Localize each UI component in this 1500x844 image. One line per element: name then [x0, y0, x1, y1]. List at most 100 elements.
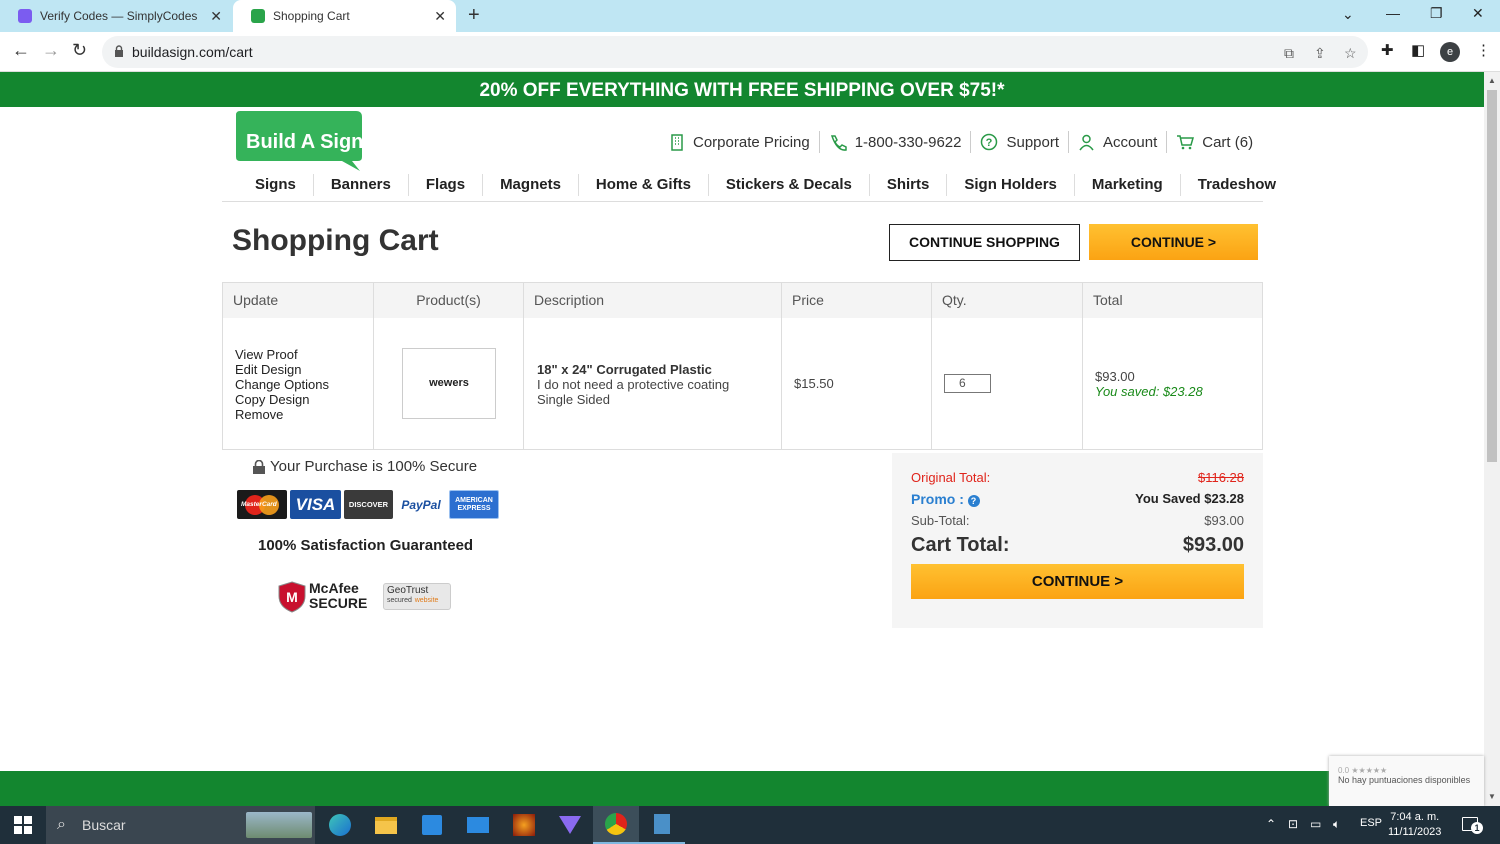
copy-design-link[interactable]: Copy Design: [235, 392, 329, 407]
calculator-icon[interactable]: [639, 806, 685, 844]
col-header-description: Description: [523, 283, 781, 318]
profile-avatar[interactable]: e: [1440, 42, 1460, 62]
new-tab-icon[interactable]: +: [468, 4, 480, 27]
buildasign-logo[interactable]: Build A Sign: [236, 111, 362, 171]
secure-notice: Your Purchase is 100% Secure: [252, 458, 477, 475]
scroll-up-arrow-icon[interactable]: ▲: [1488, 76, 1496, 85]
cart-table: Update Product(s) Description Price Qty.…: [222, 282, 1263, 450]
change-options-link[interactable]: Change Options: [235, 377, 329, 392]
nav-marketing[interactable]: Marketing: [1073, 174, 1180, 196]
corporate-pricing-link[interactable]: Corporate Pricing: [660, 131, 819, 153]
description-cell: 18" x 24" Corrugated Plastic I do not ne…: [523, 318, 781, 450]
col-header-total: Total: [1082, 283, 1262, 318]
line-total: $93.00: [1095, 369, 1135, 384]
product-cell: wewers: [373, 318, 523, 450]
url-bar[interactable]: buildasign.com/cart ⧉ ⇪ ☆: [102, 36, 1368, 68]
cart-link[interactable]: Cart (6): [1166, 131, 1262, 153]
side-panel-icon[interactable]: ◧: [1411, 41, 1425, 59]
promo-banner[interactable]: 20% OFF EVERYTHING WITH FREE SHIPPING OV…: [0, 72, 1484, 107]
scrollbar-thumb[interactable]: [1487, 90, 1497, 462]
notification-center-icon[interactable]: 1: [1462, 817, 1483, 834]
lock-icon: [115, 45, 123, 57]
promo-info-icon[interactable]: ?: [967, 494, 980, 507]
promo-label[interactable]: Promo :: [911, 491, 964, 507]
close-tab-icon[interactable]: ✕: [210, 8, 222, 25]
back-icon[interactable]: ←: [12, 40, 30, 61]
building-icon: [671, 133, 683, 151]
close-tab-icon[interactable]: ✕: [434, 8, 446, 25]
restore-icon[interactable]: ❐: [1430, 5, 1443, 22]
forward-icon[interactable]: →: [42, 40, 60, 61]
view-proof-link[interactable]: View Proof: [235, 347, 329, 362]
nav-sign-holders[interactable]: Sign Holders: [946, 174, 1074, 196]
recaptcha-rating-widget[interactable]: 0.0 ★★★★★ No hay puntuaciones disponible…: [1329, 756, 1484, 806]
nav-stickers-decals[interactable]: Stickers & Decals: [707, 174, 869, 196]
reload-icon[interactable]: ↻: [72, 40, 87, 61]
original-total-row: Original Total: $116.28: [911, 470, 1244, 485]
mail-icon[interactable]: [455, 806, 501, 844]
subtotal-row: Sub-Total: $93.00: [911, 513, 1244, 528]
logo-text: Build A Sign: [246, 131, 362, 153]
nav-flags[interactable]: Flags: [407, 174, 482, 196]
extensions-icon[interactable]: ✚: [1381, 41, 1394, 59]
page-scrollbar[interactable]: ▲ ▼: [1484, 72, 1500, 806]
tab-shopping-cart[interactable]: Shopping Cart ✕: [233, 0, 456, 32]
order-summary: Original Total: $116.28 Promo : ? You Sa…: [892, 453, 1263, 628]
tab-search-chevron-icon[interactable]: ⌄: [1342, 6, 1354, 23]
tab-verify-codes[interactable]: Verify Codes — SimplyCodes ✕: [0, 0, 232, 32]
vpn-app-icon[interactable]: [547, 806, 593, 844]
mcafee-secure-badge[interactable]: M McAfee SECURE: [278, 581, 367, 613]
file-explorer-icon[interactable]: [363, 806, 409, 844]
product-thumbnail[interactable]: wewers: [402, 348, 496, 419]
taskbar-search[interactable]: ⌕ Buscar: [46, 806, 315, 844]
nav-signs[interactable]: Signs: [238, 174, 313, 196]
secure-label: SECURE: [309, 595, 368, 611]
col-header-price: Price: [781, 283, 931, 318]
scroll-down-arrow-icon[interactable]: ▼: [1488, 792, 1496, 801]
quantity-input[interactable]: 6: [944, 374, 991, 393]
start-button[interactable]: [0, 806, 46, 844]
tray-chevron-icon[interactable]: ⌃: [1266, 817, 1276, 831]
edit-design-link[interactable]: Edit Design: [235, 362, 329, 377]
price-cell: $15.50: [781, 318, 931, 450]
nav-magnets[interactable]: Magnets: [482, 174, 578, 196]
continue-shopping-button[interactable]: CONTINUE SHOPPING: [889, 224, 1080, 261]
support-link[interactable]: ? Support: [970, 131, 1068, 153]
store-icon[interactable]: [409, 806, 455, 844]
geotrust-website: website: [414, 597, 439, 604]
nav-tradeshow[interactable]: Tradeshow: [1179, 174, 1293, 196]
translate-icon[interactable]: ⧉: [1284, 45, 1294, 62]
share-icon[interactable]: ⇪: [1314, 45, 1326, 62]
continue-button-top[interactable]: CONTINUE >: [1089, 224, 1258, 260]
original-total-value: $116.28: [1197, 470, 1244, 485]
browser-menu-icon[interactable]: ⋮: [1476, 41, 1491, 59]
clock[interactable]: 7:04 a. m. 11/11/2023: [1388, 810, 1441, 840]
game-app-icon[interactable]: [501, 806, 547, 844]
phone-icon: [830, 134, 847, 151]
nav-home-gifts[interactable]: Home & Gifts: [577, 174, 708, 196]
remove-link[interactable]: Remove: [235, 407, 329, 422]
bookmark-star-icon[interactable]: ☆: [1344, 45, 1357, 62]
edge-icon[interactable]: [317, 806, 363, 844]
total-cell: $93.00 You saved: $23.28: [1082, 318, 1262, 450]
geotrust-badge[interactable]: GeoTrust secured website: [383, 583, 451, 610]
promo-row: Promo : ? You Saved $23.28: [911, 491, 1244, 507]
user-icon: [1079, 134, 1094, 150]
rating-stars: 0.0 ★★★★★: [1338, 766, 1388, 775]
network-icon[interactable]: ▭: [1310, 817, 1321, 831]
account-link[interactable]: Account: [1068, 131, 1166, 153]
col-header-products: Product(s): [373, 283, 523, 318]
product-option: I do not need a protective coating: [537, 377, 730, 392]
chrome-taskbar-icon[interactable]: [593, 806, 639, 844]
mcafee-shield-icon: M: [278, 581, 306, 613]
meet-now-icon[interactable]: ⊡: [1288, 817, 1298, 831]
nav-shirts[interactable]: Shirts: [868, 174, 947, 196]
nav-banners[interactable]: Banners: [312, 174, 408, 196]
minimize-icon[interactable]: —: [1386, 5, 1400, 21]
volume-icon[interactable]: 🔈︎: [1333, 817, 1340, 832]
continue-button-bottom[interactable]: CONTINUE >: [911, 564, 1244, 599]
language-indicator[interactable]: ESP: [1360, 817, 1382, 829]
close-window-icon[interactable]: ✕: [1472, 5, 1484, 22]
cart-total-row: Cart Total: $93.00: [911, 534, 1244, 557]
phone-link[interactable]: 1-800-330-9622: [818, 131, 971, 153]
